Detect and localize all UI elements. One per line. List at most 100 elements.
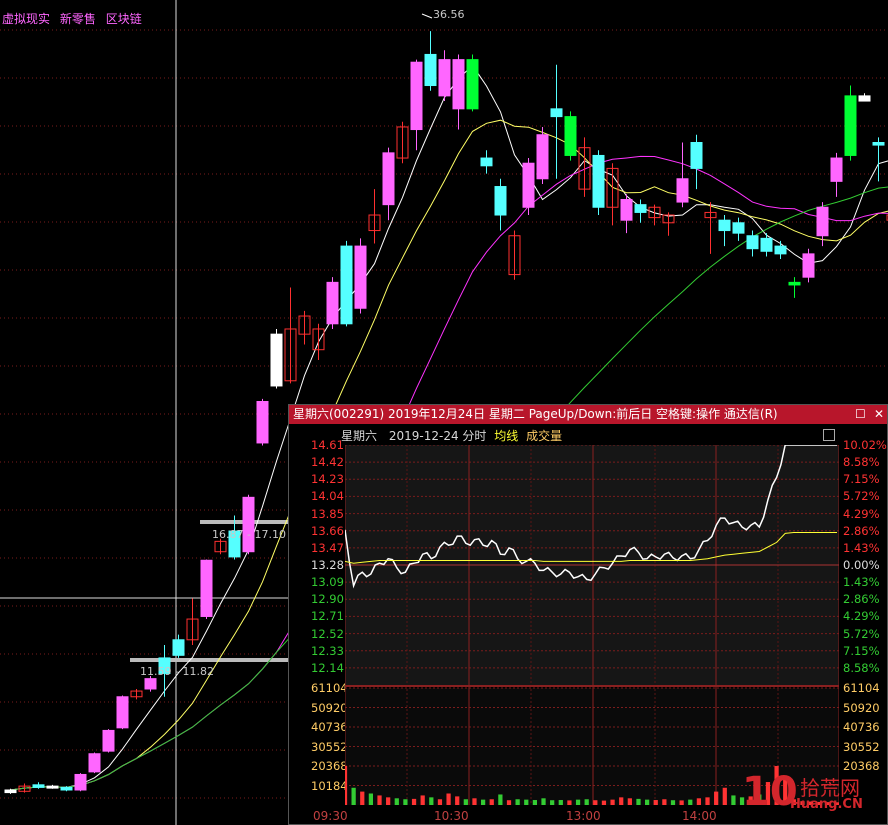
price-axis-label: 14.23	[311, 472, 344, 487]
volume-axis-label: 61104	[311, 681, 348, 695]
intraday-date: 2019-12-24 分时	[388, 429, 487, 443]
candle-body	[634, 204, 647, 213]
candle-body	[760, 237, 773, 252]
candle-body	[788, 281, 801, 286]
percent-axis-label: 5.72%	[843, 626, 880, 641]
percent-axis-label: 1.43%	[843, 575, 880, 590]
candle-body	[858, 95, 871, 102]
tag-vr[interactable]: 虚拟现实	[2, 12, 50, 26]
candle-body	[200, 559, 213, 617]
avg-line-legend: 均线	[494, 429, 519, 443]
candle-body	[4, 789, 17, 794]
candle-body	[172, 639, 185, 656]
volume-axis-label: 20368	[311, 759, 348, 773]
candle-body	[816, 206, 829, 237]
candle-body	[438, 59, 451, 97]
price-axis-label: 12.71	[311, 609, 344, 624]
price-axis-label: 12.90	[311, 592, 344, 607]
time-label: 13:00	[566, 809, 601, 823]
candle-body	[550, 108, 563, 118]
candle-body	[116, 696, 129, 729]
candle-body	[564, 116, 577, 156]
volume-axis-label-right: 30552	[843, 739, 880, 754]
price-axis-label: 14.04	[311, 489, 344, 504]
percent-axis-label: 7.15%	[843, 472, 880, 487]
candle-body	[270, 333, 283, 387]
percent-axis-label: 5.72%	[843, 489, 880, 504]
candle-body	[522, 162, 535, 208]
time-label: 14:00	[682, 809, 717, 823]
time-label: 10:30	[434, 809, 469, 823]
price-axis-label: 12.52	[311, 626, 344, 641]
site-watermark: 10 拾荒网 Huang.CN	[742, 770, 888, 822]
candle-body	[774, 245, 787, 255]
intraday-popup-window[interactable]: 星期六(002291) 2019年12月24日 星期二 PageUp/Down:…	[288, 404, 888, 825]
tag-new-retail[interactable]: 新零售	[60, 12, 96, 26]
candle-body	[718, 219, 731, 232]
candle-body	[732, 222, 745, 234]
price-axis-label: 13.09	[311, 575, 344, 590]
price-axis-label: 14.61	[311, 438, 344, 452]
percent-axis-label: 8.58%	[843, 660, 880, 675]
peak-price-label: 36.56	[433, 8, 465, 21]
candle-body	[60, 786, 73, 791]
percent-axis-label: 4.29%	[843, 506, 880, 521]
candle-body	[802, 253, 815, 278]
popup-title-bar[interactable]: 星期六(002291) 2019年12月24日 星期二 PageUp/Down:…	[289, 405, 887, 424]
candle-body	[354, 245, 367, 309]
candle-body	[480, 157, 493, 167]
intraday-chart[interactable]	[345, 445, 839, 807]
maximize-icon[interactable]: ☐	[855, 405, 866, 424]
candle-body	[88, 753, 101, 773]
candle-body	[536, 134, 549, 180]
volume-axis-label: 40736	[311, 720, 348, 734]
candle-body	[872, 142, 885, 146]
stock-name: 星期六	[341, 429, 378, 443]
candle-body	[452, 59, 465, 110]
candle-body	[242, 496, 255, 553]
candle-body	[102, 729, 115, 752]
candle-body	[340, 245, 353, 325]
concept-tags: 虚拟现实 新零售 区块链	[2, 10, 148, 27]
candle-body	[382, 152, 395, 206]
volume-axis-label: 10184	[311, 778, 348, 793]
intraday-header: 星期六 2019-12-24 分时 均线 成交量	[341, 427, 562, 444]
candle-body	[690, 142, 703, 169]
volume-axis-label-right: 50920	[843, 700, 880, 715]
volume-axis-label: 50920	[311, 700, 348, 715]
price-axis-label: 13.66	[311, 523, 344, 538]
popup-title-text: 星期六(002291) 2019年12月24日 星期二 PageUp/Down:…	[293, 407, 778, 421]
panel-toggle-icon[interactable]	[823, 429, 835, 441]
candle-body	[830, 157, 843, 182]
percent-axis-label: 1.43%	[843, 540, 880, 555]
candle-body	[676, 178, 689, 203]
percent-axis-label: 7.15%	[843, 643, 880, 658]
time-label: 09:30	[313, 809, 348, 823]
box-range-lower-label: 11.59 - 11.82	[140, 665, 214, 678]
box-range-upper-label: 16.87 - 17.10	[212, 528, 286, 541]
candle-body	[74, 773, 87, 791]
candle-body	[424, 53, 437, 87]
percent-axis-label: 4.29%	[843, 609, 880, 624]
candle-body	[32, 784, 45, 788]
candle-body	[592, 154, 605, 208]
volume-axis-label-right: 40736	[843, 720, 880, 734]
percent-axis-label: 0.00%	[843, 558, 880, 572]
tag-blockchain[interactable]: 区块链	[106, 12, 142, 26]
candle-body	[256, 401, 269, 444]
price-axis-label: 12.14	[311, 660, 344, 675]
price-axis-label: 14.42	[311, 455, 344, 470]
percent-axis-label: 2.86%	[843, 592, 880, 607]
candle-body	[326, 281, 339, 325]
candle-body	[620, 198, 633, 221]
candle-body	[466, 59, 479, 110]
candle-body	[410, 61, 423, 131]
percent-axis-label: 10.02%	[843, 438, 887, 452]
price-axis-label: 13.47	[311, 540, 344, 555]
candle-body	[746, 235, 759, 250]
watermark-url: Huang.CN	[790, 797, 863, 812]
candle-body	[144, 678, 157, 690]
close-icon[interactable]: ✕	[874, 405, 884, 424]
volume-axis-label: 30552	[311, 739, 348, 754]
candle-body	[844, 95, 857, 156]
